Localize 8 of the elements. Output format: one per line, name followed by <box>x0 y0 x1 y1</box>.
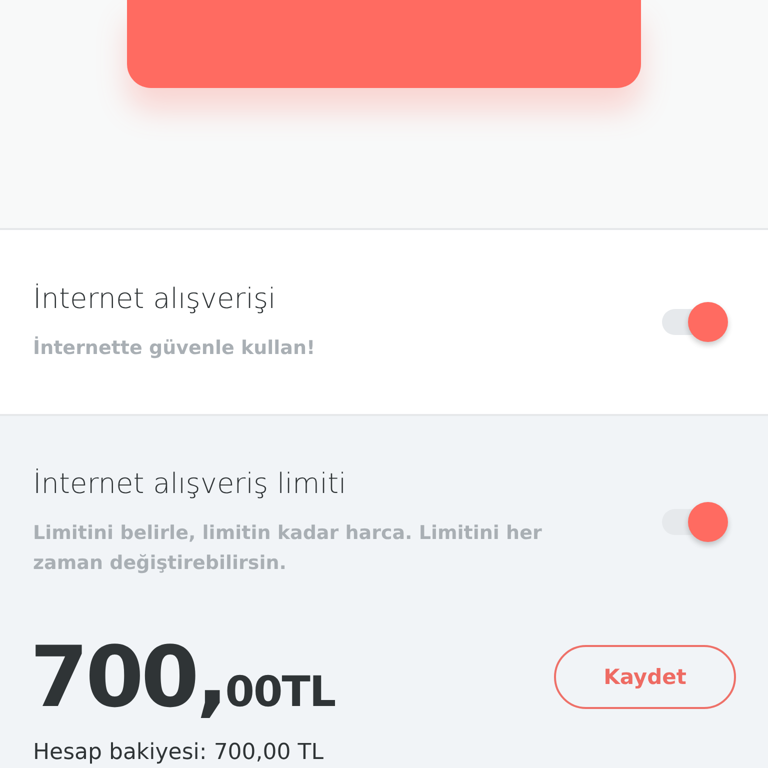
save-button[interactable]: Kaydet <box>554 645 736 709</box>
limit-amount: 700, <box>30 628 226 726</box>
setting-title: İnternet alışveriş limiti <box>33 466 348 500</box>
limit-amount-fraction: 00TL <box>225 667 336 716</box>
setting-description: Limitini belirle, limitin kadar harca. Limitini her zaman değiştirebilirsin. <box>33 520 543 576</box>
setting-description: İnternette güvenle kullan! <box>33 335 316 360</box>
setting-title: İnternet alışverişi <box>33 282 277 314</box>
balance-text: Hesap bakiyesi: 700,00 TL <box>32 739 324 765</box>
